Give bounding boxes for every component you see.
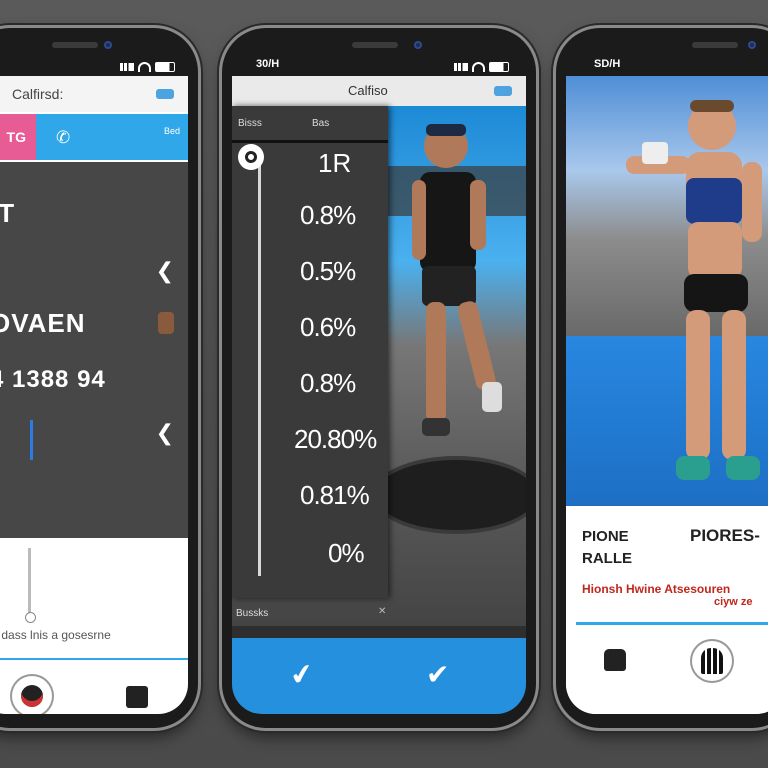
athlete-photo <box>566 76 768 506</box>
stop-icon[interactable] <box>126 686 148 708</box>
checkmark-icon[interactable]: ✔ <box>287 656 316 693</box>
status-bar: SD/H <box>556 28 768 76</box>
workout-panel: IT ❮ OVAEN 4 1388 94 ❮ <box>0 162 188 538</box>
avatar-icon[interactable] <box>692 641 732 681</box>
athlete-figure <box>626 100 762 480</box>
status-icons <box>120 62 175 72</box>
stat-value: 0.8% <box>300 368 356 398</box>
panel-header: Bisss Bas <box>232 106 388 143</box>
battery-icon <box>489 62 509 72</box>
action-bar: ✔ ✔ <box>232 638 526 714</box>
speaker-grille <box>352 42 398 48</box>
stat-value: 0.6% <box>300 312 356 342</box>
stat-heading: 1R <box>318 148 352 178</box>
screen: Calfiso Bisss Bas 1R 0.8% 0.5% 0.6% 0.8%… <box>232 76 526 714</box>
info-label: RALLE <box>582 550 632 567</box>
screen: Calfirsd: TG ✆ Bed IT ❮ OVAEN 4 1388 94 … <box>0 76 188 714</box>
target-icon[interactable] <box>238 144 264 170</box>
workout-name: OVAEN <box>0 308 86 338</box>
caption: v os dass lnis a gosesrne <box>0 628 111 642</box>
panel-header-left: Bisss <box>238 118 262 129</box>
chevron-left-icon[interactable]: ❮ <box>156 258 174 284</box>
wifi-icon <box>138 62 151 72</box>
app-header: Calfirsd: <box>0 76 188 112</box>
alert-text: Hionsh Hwine Atsesouren <box>582 582 731 596</box>
progress-line <box>30 420 33 460</box>
camera-dot <box>748 41 756 49</box>
wifi-icon <box>472 62 485 72</box>
phone-middle: 30/H Calfiso Bisss Bas 1R 0.8% 0.5% 0.6%… <box>222 28 536 728</box>
status-bar: 30/H <box>222 28 536 76</box>
bottom-bar <box>566 625 768 714</box>
scale-rail <box>258 156 261 576</box>
hand-icon <box>158 312 174 334</box>
signal-icon <box>454 63 468 71</box>
phone-icon: ✆ <box>56 128 71 147</box>
tab-bar: TG ✆ Bed <box>0 112 188 162</box>
screen: PIONE RALLE PIORES- Hionsh Hwine Atsesou… <box>566 76 768 714</box>
panel-header-right: Bas <box>312 118 330 129</box>
workout-number: 4 1388 94 <box>0 366 106 393</box>
chevron-left-icon[interactable]: ❮ <box>156 420 174 446</box>
checkmark-icon[interactable]: ✔ <box>426 658 449 691</box>
tab-primary[interactable]: TG <box>0 114 36 160</box>
battery-icon <box>155 62 175 72</box>
info-label: PIONE <box>582 528 629 545</box>
tab-call[interactable]: ✆ Bed <box>36 114 188 160</box>
slider-track[interactable] <box>28 548 31 614</box>
signal-icon <box>120 63 134 71</box>
status-time: 30/H <box>256 58 280 70</box>
slider-knob[interactable] <box>25 612 36 623</box>
status-time: SD/H <box>594 58 621 70</box>
tab-label: TG <box>6 129 26 145</box>
athlete-figure <box>412 124 502 436</box>
menu-icon[interactable] <box>156 89 174 99</box>
info-panel: PIONE RALLE PIORES- Hionsh Hwine Atsesou… <box>566 506 768 616</box>
stat-value: 0.8% <box>300 200 356 230</box>
app-header: Calfiso <box>232 76 526 106</box>
avatar-face <box>21 685 43 707</box>
stop-icon[interactable] <box>604 649 626 671</box>
stat-value: 20.80% <box>294 424 377 454</box>
workout-heading: IT <box>0 198 16 228</box>
alert-subtext: ciyw ze <box>714 596 753 608</box>
stat-value: 0.5% <box>300 256 356 286</box>
bottom-panel: v os dass lnis a gosesrne <box>0 538 188 714</box>
stat-value: 0% <box>328 538 365 568</box>
avatar-figure <box>701 648 723 674</box>
speaker-grille <box>692 42 738 48</box>
phone-left: Calfirsd: TG ✆ Bed IT ❮ OVAEN 4 1388 94 … <box>0 28 198 728</box>
avatar-icon[interactable] <box>12 676 52 714</box>
tab-mini-label: Bed <box>163 126 180 136</box>
app-title: Calfiso <box>348 83 388 98</box>
divider <box>0 658 188 660</box>
stats-panel: Bisss Bas 1R 0.8% 0.5% 0.6% 0.8% 20.80% … <box>232 106 388 619</box>
close-icon[interactable]: ✕ <box>378 606 386 617</box>
menu-icon[interactable] <box>494 86 512 96</box>
status-icons <box>454 62 509 72</box>
phone-right: SD/H PIONE RALLE PIORES- Hionsh Hwine At… <box>556 28 768 728</box>
stat-value: 0.81% <box>300 480 370 510</box>
info-title: PIORES- <box>690 526 760 545</box>
status-bar <box>0 28 198 76</box>
speaker-grille <box>52 42 98 48</box>
camera-dot <box>104 41 112 49</box>
app-title: Calfirsd: <box>12 86 64 102</box>
camera-dot <box>414 41 422 49</box>
panel-footer: Bussks <box>236 608 269 619</box>
